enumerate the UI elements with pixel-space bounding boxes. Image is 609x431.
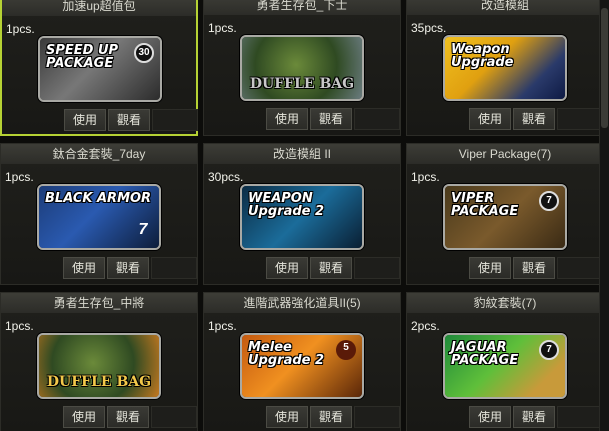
use-button[interactable]: 使用 bbox=[63, 257, 105, 279]
item-art-label: BLACK ARMOR bbox=[45, 191, 152, 206]
item-quantity: 1pcs. bbox=[6, 22, 35, 36]
item-quantity: 1pcs. bbox=[411, 170, 440, 184]
item-card[interactable]: 豹紋套裝(7) 2pcs. JAGUAR PACKAGE 7 使用 觀看 bbox=[406, 292, 604, 431]
item-card[interactable]: 勇者生存包_中將 1pcs. DUFFLE BAG 使用 觀看 bbox=[0, 292, 198, 431]
item-art-label: DUFFLE BAG bbox=[46, 374, 152, 390]
item-art[interactable]: DUFFLE BAG bbox=[37, 333, 161, 399]
item-quantity: 2pcs. bbox=[411, 319, 440, 333]
item-actions: 使用 觀看 bbox=[64, 109, 198, 131]
view-button[interactable]: 觀看 bbox=[107, 406, 149, 428]
item-quantity: 1pcs. bbox=[5, 170, 34, 184]
item-quantity: 30pcs. bbox=[208, 170, 244, 184]
item-art-label: Weapon Upgrade bbox=[451, 42, 514, 70]
button-slot-empty bbox=[557, 257, 603, 279]
view-button[interactable]: 觀看 bbox=[310, 257, 352, 279]
item-quantity: 1pcs. bbox=[208, 319, 237, 333]
use-button[interactable]: 使用 bbox=[63, 406, 105, 428]
item-art-label: DUFFLE BAG bbox=[249, 76, 355, 92]
view-button[interactable]: 觀看 bbox=[513, 257, 555, 279]
item-art[interactable]: DUFFLE BAG bbox=[240, 35, 364, 101]
item-art-label: WEAPON Upgrade 2 bbox=[248, 191, 325, 219]
item-title: 勇者生存包_下士 bbox=[204, 0, 400, 15]
item-title: 勇者生存包_中將 bbox=[1, 293, 197, 313]
scrollbar[interactable] bbox=[599, 0, 609, 431]
item-card[interactable]: Viper Package(7) 1pcs. VIPER PACKAGE 7 使… bbox=[406, 143, 604, 285]
item-title: 豹紋套裝(7) bbox=[407, 293, 603, 313]
item-title: 加速up超值包 bbox=[2, 0, 196, 16]
item-actions: 使用 觀看 bbox=[266, 257, 400, 279]
button-slot-empty bbox=[151, 406, 197, 428]
item-quantity: 1pcs. bbox=[5, 319, 34, 333]
button-slot-empty bbox=[557, 108, 603, 130]
view-button[interactable]: 觀看 bbox=[107, 257, 149, 279]
button-slot-empty bbox=[151, 257, 197, 279]
item-card[interactable]: 鈦合金套裝_7day 1pcs. BLACK ARMOR 7 使用 觀看 bbox=[0, 143, 198, 285]
use-button[interactable]: 使用 bbox=[266, 406, 308, 428]
item-title: 進階武器強化道具II(5) bbox=[204, 293, 400, 313]
item-actions: 使用 觀看 bbox=[469, 257, 603, 279]
item-actions: 使用 觀看 bbox=[266, 108, 400, 130]
item-actions: 使用 觀看 bbox=[266, 406, 400, 428]
item-badge: 7 bbox=[539, 340, 559, 360]
item-card[interactable]: 改造模組 II 30pcs. WEAPON Upgrade 2 使用 觀看 bbox=[203, 143, 401, 285]
item-actions: 使用 觀看 bbox=[469, 406, 603, 428]
view-button[interactable]: 觀看 bbox=[310, 108, 352, 130]
item-card[interactable]: 進階武器強化道具II(5) 1pcs. Melee Upgrade 2 5 使用… bbox=[203, 292, 401, 431]
view-button[interactable]: 觀看 bbox=[310, 406, 352, 428]
item-title: 鈦合金套裝_7day bbox=[1, 144, 197, 164]
item-badge: 30 bbox=[134, 43, 154, 63]
button-slot-empty bbox=[354, 108, 400, 130]
item-art[interactable]: Melee Upgrade 2 5 bbox=[240, 333, 364, 399]
item-quantity: 35pcs. bbox=[411, 21, 447, 35]
item-title: 改造模組 bbox=[407, 0, 603, 15]
item-title: Viper Package(7) bbox=[407, 144, 603, 164]
item-badge: 5 bbox=[336, 340, 356, 360]
use-button[interactable]: 使用 bbox=[469, 406, 511, 428]
item-card[interactable]: 勇者生存包_下士 1pcs. DUFFLE BAG 使用 觀看 bbox=[203, 0, 401, 136]
item-actions: 使用 觀看 bbox=[63, 406, 197, 428]
item-art[interactable]: VIPER PACKAGE 7 bbox=[443, 184, 567, 250]
item-art[interactable]: BLACK ARMOR 7 bbox=[37, 184, 161, 250]
item-title: 改造模組 II bbox=[204, 144, 400, 164]
use-button[interactable]: 使用 bbox=[469, 257, 511, 279]
view-button[interactable]: 觀看 bbox=[513, 108, 555, 130]
use-button[interactable]: 使用 bbox=[266, 108, 308, 130]
view-button[interactable]: 觀看 bbox=[513, 406, 555, 428]
item-actions: 使用 觀看 bbox=[469, 108, 603, 130]
inventory-grid: 加速up超值包 1pcs. SPEED UP PACKAGE 30 使用 觀看 … bbox=[0, 0, 609, 431]
item-card[interactable]: 改造模組 35pcs. Weapon Upgrade 使用 觀看 bbox=[406, 0, 604, 136]
use-button[interactable]: 使用 bbox=[266, 257, 308, 279]
button-slot-empty bbox=[354, 257, 400, 279]
view-button[interactable]: 觀看 bbox=[108, 109, 150, 131]
scrollbar-thumb[interactable] bbox=[601, 8, 608, 128]
item-art[interactable]: JAGUAR PACKAGE 7 bbox=[443, 333, 567, 399]
item-actions: 使用 觀看 bbox=[63, 257, 197, 279]
item-badge: 7 bbox=[138, 221, 148, 238]
item-art[interactable]: Weapon Upgrade bbox=[443, 35, 567, 101]
button-slot-empty bbox=[354, 406, 400, 428]
item-badge: 7 bbox=[539, 191, 559, 211]
item-card[interactable]: 加速up超值包 1pcs. SPEED UP PACKAGE 30 使用 觀看 bbox=[0, 0, 198, 136]
item-art[interactable]: WEAPON Upgrade 2 bbox=[240, 184, 364, 250]
button-slot-empty bbox=[152, 109, 198, 131]
use-button[interactable]: 使用 bbox=[469, 108, 511, 130]
button-slot-empty bbox=[557, 406, 603, 428]
item-art[interactable]: SPEED UP PACKAGE 30 bbox=[38, 36, 162, 102]
use-button[interactable]: 使用 bbox=[64, 109, 106, 131]
item-quantity: 1pcs. bbox=[208, 21, 237, 35]
